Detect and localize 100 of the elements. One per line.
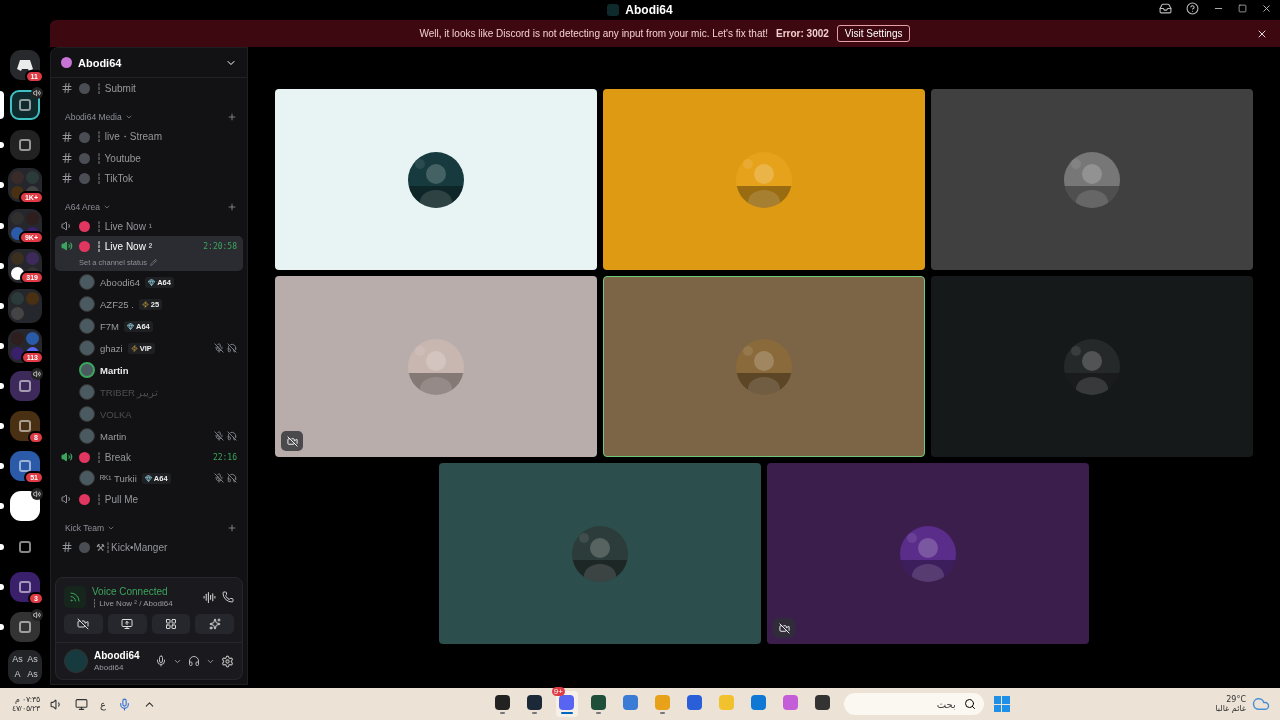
voice-channel-link[interactable]: ┆ Live Now ² / Abodi64 bbox=[92, 599, 197, 608]
channel-item[interactable]: ┆ live・Stream bbox=[55, 126, 243, 148]
channel-item[interactable]: ┆ Submit bbox=[55, 78, 243, 98]
video-tile[interactable] bbox=[767, 463, 1089, 644]
user-status: Abodi64 bbox=[94, 663, 125, 672]
camera-off-icon bbox=[77, 618, 90, 630]
plus-icon[interactable] bbox=[227, 112, 237, 122]
help-icon[interactable] bbox=[1186, 2, 1199, 15]
channel-item[interactable]: ┆ TikTok bbox=[55, 168, 243, 188]
member-item[interactable]: Martin bbox=[55, 359, 243, 381]
clock-time: ٠٧:٣٥ م bbox=[14, 695, 40, 704]
video-tile[interactable] bbox=[603, 89, 925, 270]
notification-badge: 9+ bbox=[551, 687, 565, 696]
app-logo bbox=[607, 4, 620, 16]
server-icon[interactable] bbox=[10, 371, 40, 402]
headphones-icon[interactable] bbox=[188, 655, 200, 667]
close-icon[interactable] bbox=[1261, 3, 1272, 14]
gem-icon bbox=[127, 322, 134, 330]
maximize-icon[interactable] bbox=[1238, 4, 1247, 13]
clock-date: ٤٧/٠٥/٢٣ bbox=[11, 704, 40, 713]
signal-icon bbox=[64, 586, 86, 608]
user-name: Aboodi64 bbox=[94, 650, 141, 661]
category-header[interactable]: A64 Area bbox=[55, 188, 243, 216]
channel-item[interactable]: ┆ Pull Me bbox=[55, 489, 243, 509]
category-header[interactable]: Kick Team bbox=[55, 509, 243, 537]
video-tile[interactable] bbox=[275, 89, 597, 270]
server-header[interactable]: Abodi64 bbox=[51, 48, 247, 78]
plus-icon[interactable] bbox=[227, 523, 237, 533]
server-icon[interactable] bbox=[10, 411, 40, 442]
chevron-down-icon bbox=[124, 113, 133, 121]
video-tile[interactable] bbox=[439, 463, 761, 644]
temperature: 29°C bbox=[1226, 695, 1246, 704]
sparkle-icon bbox=[208, 618, 221, 630]
video-tile[interactable] bbox=[603, 276, 925, 457]
emoji-icon bbox=[79, 220, 90, 232]
activities-button[interactable] bbox=[151, 614, 191, 634]
headphones-off-icon bbox=[227, 343, 237, 353]
gem-icon bbox=[144, 474, 152, 482]
emoji-icon bbox=[79, 541, 90, 553]
emoji-icon bbox=[79, 131, 90, 143]
language-indicator[interactable]: ع bbox=[100, 698, 106, 710]
lightning-icon bbox=[141, 300, 149, 308]
screen-share-icon bbox=[121, 618, 134, 630]
inbox-icon[interactable] bbox=[1159, 2, 1172, 15]
soundboard-button[interactable] bbox=[195, 614, 234, 634]
hash-icon bbox=[61, 131, 73, 143]
emoji-icon bbox=[79, 172, 90, 184]
banner-message: Well, it looks like Discord is not detecting any input from your mic. Let's fix that! bbox=[419, 28, 769, 39]
weather-icon[interactable] bbox=[1252, 695, 1270, 713]
channel-item[interactable]: ⚒┆Kick•Manger bbox=[55, 537, 243, 557]
weather-condition: غائم غالبا bbox=[1215, 704, 1246, 713]
camera-button[interactable] bbox=[64, 614, 103, 634]
channel-item[interactable]: ┆ Live Now ¹ bbox=[55, 216, 243, 236]
member-item[interactable]: Martin bbox=[55, 425, 243, 447]
search-field[interactable]: بحث bbox=[843, 693, 984, 715]
mic-icon[interactable] bbox=[155, 655, 167, 667]
channel-item[interactable]: ┆ Youtube bbox=[55, 148, 243, 168]
network-icon[interactable] bbox=[75, 697, 88, 711]
headphones-off-icon bbox=[227, 473, 237, 483]
emoji-icon bbox=[79, 240, 90, 252]
hash-icon bbox=[61, 172, 73, 184]
video-tile[interactable] bbox=[931, 89, 1253, 270]
chevron-down-icon bbox=[107, 524, 116, 532]
server-icon[interactable] bbox=[10, 491, 40, 522]
sound-icon[interactable] bbox=[203, 590, 216, 604]
folder-icon[interactable]: As As A As bbox=[8, 649, 42, 684]
error-code: Error: 3002 bbox=[776, 28, 829, 39]
avatar bbox=[64, 649, 88, 673]
server-icon[interactable] bbox=[10, 130, 40, 161]
gem-icon bbox=[148, 278, 156, 286]
emoji-icon bbox=[79, 451, 90, 463]
elapsed-time: 2:20:58 bbox=[203, 241, 237, 251]
visit-settings-button[interactable]: Visit Settings bbox=[836, 25, 911, 42]
video-tile[interactable] bbox=[275, 276, 597, 457]
channel-item[interactable]: ┆ Break 22:16 bbox=[55, 447, 243, 467]
screen-share-button[interactable] bbox=[107, 614, 147, 634]
server-icon[interactable] bbox=[10, 451, 40, 482]
elapsed-time: 22:16 bbox=[212, 452, 237, 462]
chevron-down-icon bbox=[103, 203, 111, 211]
category-header[interactable]: Abodi64 Media bbox=[55, 98, 243, 126]
hash-icon bbox=[61, 82, 73, 94]
emoji-icon bbox=[79, 152, 90, 164]
emoji-icon bbox=[79, 493, 90, 505]
home-icon[interactable] bbox=[10, 50, 40, 81]
lightning-icon bbox=[130, 344, 138, 352]
emoji-icon bbox=[79, 82, 90, 94]
plus-icon[interactable] bbox=[227, 202, 237, 212]
server-icon[interactable] bbox=[10, 611, 40, 642]
voice-status: Voice Connected bbox=[92, 586, 169, 597]
disconnect-icon[interactable] bbox=[222, 591, 234, 603]
headphones-off-icon bbox=[227, 431, 237, 441]
server-icon bbox=[61, 57, 72, 68]
video-tile[interactable] bbox=[931, 276, 1253, 457]
server-icon[interactable] bbox=[10, 571, 40, 602]
window-title: Abodi64 bbox=[625, 3, 673, 17]
server-icon[interactable] bbox=[10, 90, 40, 121]
start-icon[interactable] bbox=[993, 696, 1010, 712]
pencil-icon bbox=[149, 259, 157, 266]
volume-icon[interactable] bbox=[50, 697, 63, 711]
settings-icon[interactable] bbox=[221, 654, 234, 668]
